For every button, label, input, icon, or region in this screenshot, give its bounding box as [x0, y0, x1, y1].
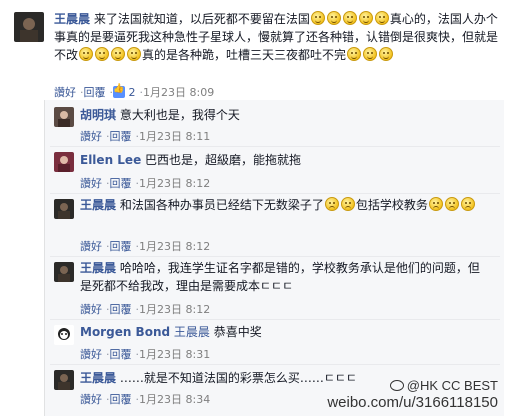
reply-date[interactable]: 1月23日	[139, 393, 182, 406]
post-time: 8:09	[189, 86, 215, 99]
divider	[50, 146, 500, 147]
reply-link[interactable]: 回覆	[84, 86, 106, 99]
reply-author-name[interactable]: Morgen Bond	[80, 325, 170, 339]
post-author-name[interactable]: 王晨晨	[54, 12, 90, 26]
reply-text: 哈哈哈，我连学生证名字都是错的，学校教务承认是他们的问题，但是死都不给我改，理由…	[80, 261, 480, 293]
avatar[interactable]	[54, 325, 74, 345]
divider	[50, 256, 500, 257]
grin-emoji-icon	[379, 47, 394, 61]
reply-text: 恭喜中奖	[213, 325, 262, 339]
reply-body: 胡明琪 意大利也是，我得个天	[80, 106, 240, 124]
sad-emoji-icon	[444, 197, 459, 211]
reply-meta: 讚好 ·回覆 ·1月23日 8:11	[80, 130, 211, 143]
grin-emoji-icon	[310, 11, 325, 25]
reply-time: 8:11	[185, 130, 211, 143]
grin-emoji-icon	[127, 47, 142, 61]
reply-link[interactable]: 回覆	[110, 177, 132, 190]
reply-body: 王晨晨 哈哈哈，我连学生证名字都是错的，学校教务承认是他们的问题，但是死都不给我…	[80, 259, 480, 295]
grin-emoji-icon	[363, 47, 378, 61]
like-icon	[113, 84, 125, 98]
grin-emoji-icon	[326, 11, 341, 25]
post-text-part-1: 来了法国就知道，以后死都不要留在法国	[93, 12, 310, 26]
reply-link[interactable]: 回覆	[110, 303, 132, 316]
avatar[interactable]	[54, 262, 74, 282]
avatar[interactable]	[54, 370, 74, 390]
reply-author-name[interactable]: 胡明琪	[80, 108, 116, 122]
tagged-user[interactable]: 王晨晨	[174, 325, 210, 339]
reply-date[interactable]: 1月23日	[139, 130, 182, 143]
reply-link[interactable]: 回覆	[110, 240, 132, 253]
reply-date[interactable]: 1月23日	[139, 348, 182, 361]
reply-time: 8:12	[185, 303, 211, 316]
post-body: 王晨晨 来了法国就知道，以后死都不要留在法国 真心的，法国人办个事真的是要逼死我这…	[54, 10, 500, 64]
like-link[interactable]: 讚好	[80, 348, 102, 361]
reply-meta: 讚好 ·回覆 ·1月23日 8:34	[80, 393, 211, 406]
like-link[interactable]: 讚好	[80, 177, 102, 190]
reply-date[interactable]: 1月23日	[139, 240, 182, 253]
divider	[50, 364, 500, 365]
reply-date[interactable]: 1月23日	[139, 303, 182, 316]
sad-emoji-icon	[460, 197, 475, 211]
reply-text-2: 包括学校教务	[355, 198, 428, 212]
reply-time: 8:12	[185, 177, 211, 190]
reply-meta: 讚好 ·回覆 ·1月23日 8:12	[80, 177, 211, 190]
sad-emoji-icon	[340, 197, 355, 211]
post-meta: 讚好·回覆· 2·1月23日 8:09	[54, 84, 214, 100]
watermark-url: weibo.com/u/3166118150	[327, 394, 498, 411]
reply-text: 巴西也是，超級磨，能拖就拖	[145, 153, 302, 167]
grin-emoji-icon	[342, 11, 357, 25]
weibo-logo-icon	[389, 380, 404, 391]
reply-time: 8:12	[185, 240, 211, 253]
reply-body: Morgen Bond 王晨晨 恭喜中奖	[80, 323, 262, 341]
divider	[50, 319, 500, 320]
post-date[interactable]: 1月23日	[143, 86, 186, 99]
divider	[50, 193, 500, 194]
post-text-part-3: 真的是各种跪，吐槽三天三夜都吐不完	[142, 48, 347, 62]
reply-body: 王晨晨 和法国各种办事员已经结下无数梁子了 包括学校教务	[80, 196, 480, 214]
reply-body: Ellen Lee 巴西也是，超級磨，能拖就拖	[80, 151, 301, 169]
reply-author-name[interactable]: 王晨晨	[80, 261, 116, 275]
sad-emoji-icon	[428, 197, 443, 211]
sad-emoji-icon	[324, 197, 339, 211]
like-link[interactable]: 讚好	[80, 130, 102, 143]
reply-author-name[interactable]: 王晨晨	[80, 198, 116, 212]
reply-link[interactable]: 回覆	[110, 348, 132, 361]
reply-link[interactable]: 回覆	[110, 393, 132, 406]
reply-meta: 讚好 ·回覆 ·1月23日 8:31	[80, 348, 211, 361]
watermark-handle: @HK CC BEST	[389, 378, 498, 393]
grin-emoji-icon	[95, 47, 110, 61]
like-link[interactable]: 讚好	[80, 303, 102, 316]
like-link[interactable]: 讚好	[54, 86, 76, 99]
grin-emoji-icon	[374, 11, 389, 25]
like-link[interactable]: 讚好	[80, 393, 102, 406]
avatar[interactable]	[54, 107, 74, 127]
grin-emoji-icon	[79, 47, 94, 61]
reply-author-name[interactable]: 王晨晨	[80, 371, 116, 385]
reply-meta: 讚好 ·回覆 ·1月23日 8:12	[80, 240, 211, 253]
reply-meta: 讚好 ·回覆 ·1月23日 8:12	[80, 303, 211, 316]
avatar[interactable]	[54, 199, 74, 219]
reply-author-name[interactable]: Ellen Lee	[80, 153, 141, 167]
grin-emoji-icon	[347, 47, 362, 61]
reply-text: 意大利也是，我得个天	[119, 108, 240, 122]
grin-emoji-icon	[358, 11, 373, 25]
grin-emoji-icon	[111, 47, 126, 61]
reply-text: 和法国各种办事员已经结下无数梁子了	[119, 198, 324, 212]
like-count[interactable]: 2	[129, 86, 136, 99]
reply-link[interactable]: 回覆	[110, 130, 132, 143]
like-link[interactable]: 讚好	[80, 240, 102, 253]
reply-time: 8:34	[185, 393, 211, 406]
avatar[interactable]	[14, 12, 44, 42]
reply-text: ……就是不知道法国的彩票怎么买……ㄷㄷㄷ	[119, 371, 357, 385]
reply-date[interactable]: 1月23日	[139, 177, 182, 190]
reply-body: 王晨晨 ……就是不知道法国的彩票怎么买……ㄷㄷㄷ	[80, 369, 357, 387]
reply-time: 8:31	[185, 348, 211, 361]
avatar[interactable]	[54, 152, 74, 172]
